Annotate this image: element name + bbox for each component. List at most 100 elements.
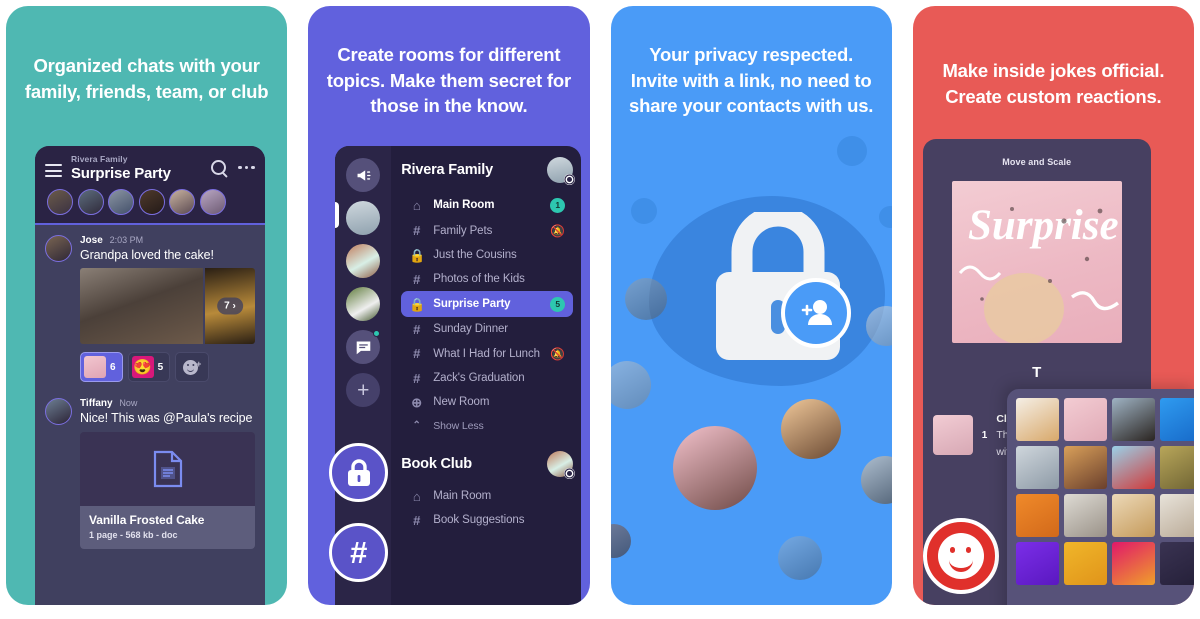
sidebar-item-bookclub-main-room[interactable]: ⌂ Main Room [401,484,573,508]
space-header-rivera-family: Rivera Family [401,157,576,185]
public-room-hash-button[interactable]: # [329,523,389,582]
reaction-chip[interactable]: 6 [80,352,123,382]
unread-badge: 5 [550,296,566,312]
lock-icon [347,458,370,486]
sidebar-item-surprise-party[interactable]: 🔒 Surprise Party 5 [401,291,574,317]
plus-circle-icon: ⊕ [411,394,423,410]
secret-room-lock-button[interactable] [329,443,389,502]
reaction-cell-waffle-heart[interactable] [1015,398,1059,441]
sidebar-item-main-room[interactable]: ⌂ Main Room 1 [401,192,573,218]
reaction-thumbnail[interactable] [932,415,973,456]
avatar[interactable] [45,398,72,425]
chat-room-name: Surprise Party [71,165,171,182]
hash-icon: # [413,370,421,386]
member-bubble[interactable] [610,524,631,558]
panel-create-rooms: Create rooms for different topics. Make … [308,6,590,605]
reaction-thumb-count: 1 [981,429,988,441]
avatar[interactable] [138,189,165,215]
space-avatar[interactable] [547,157,576,185]
reaction-chip[interactable]: 😍 5 [127,352,171,382]
reaction-cell-question-woman[interactable] [1063,494,1107,537]
space-avatar-soccer[interactable] [346,287,381,321]
hash-icon: # [413,271,421,287]
sidebar-item-photos-of-the-kids[interactable]: # Photos of the Kids [401,267,573,291]
avatar[interactable] [77,189,104,215]
manage-reactions-button[interactable]: Manage reactions [1006,595,1194,605]
reaction-cell-pink-tile[interactable] [1111,542,1155,585]
panel-privacy: Your privacy respected. Invite with a li… [610,6,892,605]
add-space-icon[interactable]: + [346,373,381,407]
member-bubble[interactable] [860,456,892,504]
hash-icon: # [350,535,368,570]
direct-messages-icon[interactable] [346,330,381,364]
sidebar-item-book-suggestions[interactable]: # Book Suggestions [401,508,573,532]
reaction-image-preview[interactable]: Surprise [951,181,1122,343]
photo-thumbnail[interactable]: 7 › [205,268,255,344]
sidebar-item-zacks-graduation[interactable]: # Zack's Graduation [401,366,573,390]
sidebar-item-new-room[interactable]: ⊕ New Room [401,390,573,414]
reaction-cell-party-dog[interactable] [1111,398,1155,441]
sidebar-item-just-the-cousins[interactable]: 🔒 Just the Cousins [401,243,573,267]
reaction-count: 5 [157,361,164,373]
reaction-cell-stack-tile[interactable] [1159,494,1194,537]
avatar[interactable] [169,189,195,215]
room-label: Surprise Party [433,298,511,310]
document-attachment-card[interactable]: Vanilla Frosted Cake 1 page - 568 kb - d… [80,432,255,549]
space-avatar[interactable] [547,451,576,479]
reactions-grid [1007,389,1194,585]
reaction-cell-got-it-man[interactable] [1015,494,1059,537]
member-bubble[interactable] [610,361,651,409]
sidebar-item-sunday-dinner[interactable]: # Sunday Dinner [401,317,573,341]
room-label: What I Had for Lunch [433,347,540,360]
photo-thumbnail[interactable] [80,268,203,344]
reactions-picker-button[interactable] [922,518,999,594]
announcements-icon[interactable] [346,158,381,192]
avatar[interactable] [108,189,134,215]
member-bubble[interactable] [624,278,667,320]
message-author: Jose [80,235,103,246]
room-label: Main Room [433,199,495,211]
reaction-cell-laughing-emoji[interactable] [1063,542,1107,585]
member-bubble[interactable] [777,536,822,580]
attachment-title: Vanilla Frosted Cake [89,513,205,527]
reaction-cell-no-cat[interactable] [1015,446,1059,489]
reaction-cell-purple-tile[interactable] [1015,542,1059,585]
chevron-up-icon: ⌃ [412,419,421,431]
reaction-cell-hahaha-kid[interactable] [1111,446,1155,489]
room-label: Zack's Graduation [433,372,525,384]
add-reaction-icon[interactable]: + [175,352,210,382]
space-avatar-rivera-family[interactable] [346,201,381,235]
lock-icon: 🔒 [409,247,426,263]
sidebar-item-show-less[interactable]: ⌃ Show Less [401,414,573,437]
member-bubble[interactable] [672,426,757,510]
avatar[interactable] [45,235,72,262]
photo-attachment-grid[interactable]: 7 › [80,268,255,344]
photo-more-count[interactable]: 7 › [217,297,243,315]
reaction-cell-yum-muffin[interactable] [1111,494,1155,537]
reaction-cell-yes-woman[interactable] [1063,446,1107,489]
hash-icon: # [413,512,421,528]
member-bubble[interactable] [780,399,841,459]
message-text: Grandpa loved the cake! [80,248,214,262]
room-label: Sunday Dinner [433,323,509,335]
lock-icon: 🔒 [409,296,426,312]
reaction-cell-surprise[interactable] [1063,398,1107,441]
hamburger-icon[interactable] [45,154,62,181]
sidebar-item-family-pets[interactable]: # Family Pets 🔕 [401,218,573,243]
sidebar-item-what-i-had-for-lunch[interactable]: # What I Had for Lunch 🔕 [401,341,573,366]
reaction-cell-dark-tile[interactable] [1159,542,1194,585]
space-avatar-book-club[interactable] [346,244,381,278]
panel-custom-reactions: Make inside jokes official. Create custo… [912,6,1194,605]
reaction-cell-blue-tile[interactable] [1159,398,1194,441]
space-title: Book Club [401,456,472,472]
search-icon[interactable] [211,160,227,175]
gear-icon[interactable] [564,468,576,479]
more-dots-icon[interactable] [238,165,255,170]
avatar[interactable] [199,189,226,215]
avatar[interactable] [47,189,73,215]
gear-icon[interactable] [564,174,576,185]
add-person-icon[interactable] [780,278,851,348]
reaction-cell-olive-tile[interactable] [1159,446,1194,489]
plus-glyph: + [357,378,370,402]
decorative-bubble [836,136,867,166]
